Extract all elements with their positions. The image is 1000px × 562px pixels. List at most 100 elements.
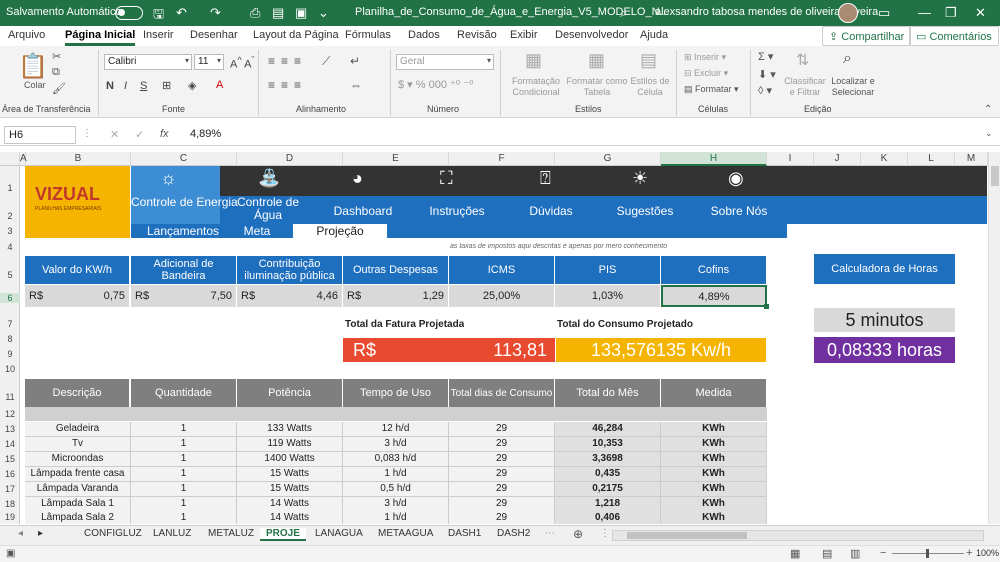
- row-header[interactable]: 14: [0, 439, 20, 449]
- zoom-in-icon[interactable]: +: [966, 547, 972, 559]
- cell-tempo[interactable]: 3 h/d: [343, 497, 449, 512]
- column-header[interactable]: C: [131, 152, 237, 166]
- column-header[interactable]: H: [661, 152, 767, 166]
- autosum-icon[interactable]: Σ ▾: [758, 50, 773, 63]
- column-header[interactable]: K: [861, 152, 908, 166]
- column-header[interactable]: L: [908, 152, 955, 166]
- scroll-thumb[interactable]: [991, 166, 999, 186]
- close-icon[interactable]: ✕: [975, 5, 986, 21]
- currency-icons[interactable]: $ ▾ % 000 ⁺⁰ ⁻⁰: [398, 78, 474, 91]
- column-header[interactable]: E: [343, 152, 449, 166]
- row-header[interactable]: 16: [0, 469, 20, 479]
- row-header[interactable]: 5: [0, 270, 20, 280]
- sort-filter-label[interactable]: Classificar e Filtrar: [782, 76, 828, 98]
- cell-potencia[interactable]: 14 Watts: [237, 497, 343, 512]
- align-top-icons[interactable]: ≡≡≡: [268, 54, 307, 68]
- nav-water[interactable]: Controle de Água: [228, 196, 308, 222]
- cut-icon[interactable]: ✂: [52, 50, 61, 63]
- zoom-slider-thumb[interactable]: [926, 549, 929, 558]
- table-row[interactable]: Lâmpada Sala 2 1 14 Watts 1 h/d 29 0,406…: [25, 511, 767, 524]
- cond-format-label[interactable]: Formatação Condicional: [508, 76, 564, 98]
- avatar[interactable]: [838, 3, 858, 23]
- cell-tempo[interactable]: 3 h/d: [343, 437, 449, 452]
- column-header[interactable]: G: [555, 152, 661, 166]
- rate-value-cell[interactable]: R$ 4,46: [237, 285, 343, 307]
- cell-tempo[interactable]: 0,083 h/d: [343, 452, 449, 467]
- cell-total-mes[interactable]: 3,3698: [555, 452, 661, 467]
- row-header[interactable]: 13: [0, 424, 20, 434]
- format-table-icon[interactable]: ▦: [588, 50, 605, 71]
- format-cells-button[interactable]: ▤ Formatar ▾: [684, 84, 739, 95]
- cell-tempo[interactable]: 1 h/d: [343, 511, 449, 524]
- cell-descricao[interactable]: Tv: [25, 437, 131, 452]
- zoom-level[interactable]: 100%: [976, 548, 999, 558]
- redo-icon[interactable]: ↷: [210, 5, 221, 21]
- nav-instructions[interactable]: Instruções: [412, 205, 502, 218]
- rate-value-cell[interactable]: R$ 7,50: [131, 285, 237, 307]
- underline-button[interactable]: S: [140, 80, 147, 92]
- paste-label[interactable]: Colar: [24, 80, 46, 91]
- row-header[interactable]: 17: [0, 484, 20, 494]
- cell-potencia[interactable]: 133 Watts: [237, 422, 343, 437]
- table-row[interactable]: Lâmpada Varanda 1 15 Watts 0,5 h/d 29 0,…: [25, 482, 767, 497]
- sheet-tab-active[interactable]: PROJE: [260, 528, 306, 541]
- next-sheet-icon[interactable]: ▸: [38, 528, 43, 539]
- expand-formula-icon[interactable]: ⌄: [985, 128, 993, 139]
- cond-format-icon[interactable]: ▦: [525, 50, 542, 71]
- cell-potencia[interactable]: 1400 Watts: [237, 452, 343, 467]
- share-button[interactable]: ⇪ Compartilhar: [822, 26, 912, 46]
- font-size-select[interactable]: 11: [194, 54, 224, 70]
- font-color-icon[interactable]: A: [216, 79, 223, 91]
- find-select-label[interactable]: Localizar e Selecionar: [830, 76, 876, 98]
- cell-medida[interactable]: KWh: [661, 467, 767, 482]
- nav-dashboard[interactable]: Dashboard: [318, 205, 408, 218]
- cell-descricao[interactable]: Lâmpada Sala 1: [25, 497, 131, 512]
- normal-view-icon[interactable]: ▦: [790, 547, 800, 560]
- cell-dias[interactable]: 29: [449, 452, 555, 467]
- cell-potencia[interactable]: 15 Watts: [237, 482, 343, 497]
- tab-pagina-inicial[interactable]: Página Inicial: [65, 29, 136, 46]
- ribbon-display-icon[interactable]: ▭: [878, 5, 890, 21]
- cell-medida[interactable]: KWh: [661, 422, 767, 437]
- formula-input[interactable]: 4,89%: [190, 128, 221, 140]
- page-break-icon[interactable]: ▥: [850, 547, 860, 560]
- cell-dias[interactable]: 29: [449, 511, 555, 524]
- open-icon[interactable]: ▤: [272, 5, 284, 21]
- cell-potencia[interactable]: 119 Watts: [237, 437, 343, 452]
- rate-value-cell[interactable]: R$ 0,75: [25, 285, 130, 307]
- row-header[interactable]: 8: [0, 334, 20, 344]
- cell-potencia[interactable]: 15 Watts: [237, 467, 343, 482]
- tab-desenvolvedor[interactable]: Desenvolvedor: [555, 29, 628, 41]
- maximize-icon[interactable]: ❐: [945, 5, 957, 21]
- cell-descricao[interactable]: Lâmpada Varanda: [25, 482, 131, 497]
- sheet-tab[interactable]: DASH2: [497, 528, 530, 539]
- cell-quantidade[interactable]: 1: [131, 467, 237, 482]
- cell-total-mes[interactable]: 0,406: [555, 511, 661, 524]
- cell-total-mes[interactable]: 1,218: [555, 497, 661, 512]
- font-name-select[interactable]: Calibri: [104, 54, 192, 70]
- column-header[interactable]: M: [955, 152, 988, 166]
- nav-sub-meta[interactable]: Meta: [210, 225, 304, 238]
- horizontal-scrollbar[interactable]: [612, 530, 984, 541]
- format-painter-icon[interactable]: 🖌: [52, 82, 66, 95]
- more-sheets-icon[interactable]: ⋯: [545, 528, 555, 539]
- column-header[interactable]: B: [26, 152, 131, 166]
- column-header[interactable]: J: [814, 152, 861, 166]
- sheet-tab[interactable]: DASH1: [448, 528, 481, 539]
- tab-formulas[interactable]: Fórmulas: [345, 29, 391, 41]
- image-icon[interactable]: ▣: [295, 5, 307, 21]
- cell-total-mes[interactable]: 10,353: [555, 437, 661, 452]
- row-header[interactable]: 3: [0, 226, 20, 236]
- cell-tempo[interactable]: 12 h/d: [343, 422, 449, 437]
- prev-sheet-icon[interactable]: ◂: [18, 528, 23, 539]
- font-grow-icon[interactable]: A^ Aˇ: [230, 55, 255, 71]
- cell-descricao[interactable]: Lâmpada Sala 2: [25, 511, 131, 524]
- format-table-label[interactable]: Formatar como Tabela: [566, 76, 628, 98]
- cell-medida[interactable]: KWh: [661, 437, 767, 452]
- cell-descricao[interactable]: Microondas: [25, 452, 131, 467]
- zoom-out-icon[interactable]: −: [880, 547, 886, 559]
- row-header[interactable]: 2: [0, 211, 20, 221]
- more-icon[interactable]: ⋮: [82, 128, 92, 139]
- sheet-tab[interactable]: LANAGUA: [315, 528, 363, 539]
- add-sheet-icon[interactable]: ⊕: [573, 527, 583, 541]
